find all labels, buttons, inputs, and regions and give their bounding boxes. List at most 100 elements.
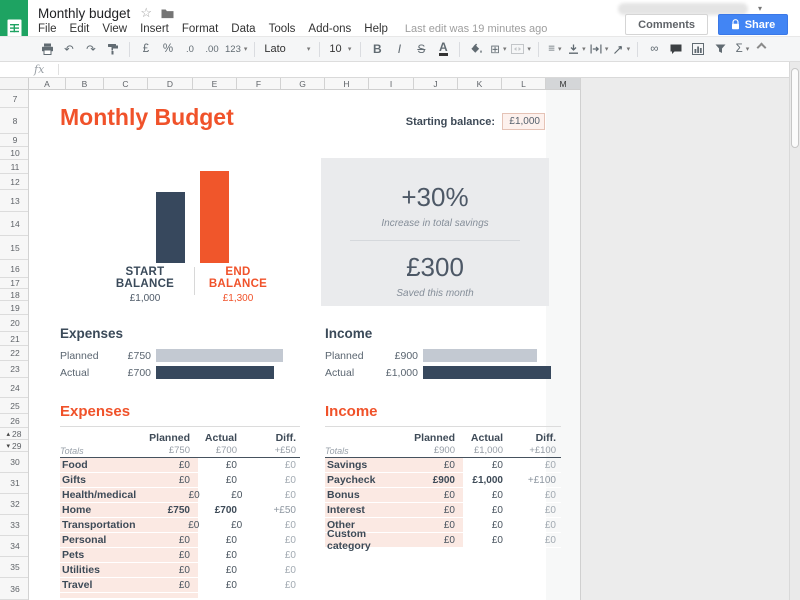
- vertical-align-icon[interactable]: [566, 38, 588, 60]
- menu-item[interactable]: Format: [182, 23, 218, 35]
- text-wrap-icon[interactable]: [588, 38, 611, 60]
- filter-icon[interactable]: [709, 38, 731, 60]
- table-row[interactable]: Custom category £0 £0 £0: [325, 533, 561, 548]
- fill-color-icon[interactable]: [465, 38, 487, 60]
- row-header[interactable]: 18: [0, 289, 28, 301]
- row-header[interactable]: 36: [0, 578, 28, 600]
- column-header[interactable]: J: [414, 78, 458, 90]
- hidden-rows-arrow-icon[interactable]: ▴: [7, 430, 11, 438]
- table-row[interactable]: Utilities £0 £0 £0: [60, 563, 300, 578]
- row-header[interactable]: 22: [0, 346, 28, 361]
- undo-icon[interactable]: ↶: [58, 38, 80, 60]
- row-header[interactable]: 19: [0, 301, 28, 315]
- column-header[interactable]: A: [29, 78, 66, 90]
- paint-format-icon[interactable]: [102, 38, 124, 60]
- collapse-toolbar-icon[interactable]: [758, 44, 766, 52]
- row-header[interactable]: 17: [0, 278, 28, 289]
- font-family-select[interactable]: Lato: [260, 38, 314, 60]
- print-icon[interactable]: [36, 38, 58, 60]
- column-header[interactable]: C: [104, 78, 148, 90]
- row-header[interactable]: 30: [0, 452, 28, 473]
- column-header[interactable]: H: [325, 78, 369, 90]
- star-icon[interactable]: ☆: [140, 5, 152, 21]
- share-button[interactable]: Share: [718, 14, 788, 35]
- sheet-canvas[interactable]: Monthly Budget Starting balance: £1,000 …: [29, 90, 581, 600]
- text-color-icon[interactable]: A: [439, 42, 448, 56]
- row-header[interactable]: 33: [0, 515, 28, 536]
- borders-icon[interactable]: ⊞: [487, 38, 509, 60]
- row-header[interactable]: ▴28: [0, 428, 28, 440]
- row-header[interactable]: 21: [0, 332, 28, 346]
- column-header[interactable]: E: [193, 78, 237, 90]
- insert-chart-icon[interactable]: [687, 38, 709, 60]
- table-row[interactable]: Pets £0 £0 £0: [60, 548, 300, 563]
- row-header[interactable]: 16: [0, 260, 28, 278]
- folder-icon[interactable]: [161, 8, 174, 19]
- table-row[interactable]: Paycheck £900 £1,000 +£100: [325, 473, 561, 488]
- number-format-menu[interactable]: 123: [223, 38, 249, 60]
- decrease-decimal-icon[interactable]: .0: [179, 38, 201, 60]
- document-title[interactable]: Monthly budget: [38, 6, 130, 21]
- row-header[interactable]: 7: [0, 90, 28, 108]
- row-header[interactable]: 34: [0, 536, 28, 557]
- table-row[interactable]: Bonus £0 £0 £0: [325, 488, 561, 503]
- functions-sum-icon[interactable]: Σ: [731, 38, 753, 60]
- row-header[interactable]: 31: [0, 473, 28, 494]
- percent-format-icon[interactable]: %: [157, 38, 179, 60]
- row-header[interactable]: 9: [0, 134, 28, 147]
- hidden-rows-arrow-icon[interactable]: ▾: [7, 442, 11, 450]
- row-header[interactable]: 24: [0, 378, 28, 398]
- row-header[interactable]: ▾29: [0, 440, 28, 452]
- column-header[interactable]: F: [237, 78, 281, 90]
- menu-item[interactable]: File: [38, 23, 57, 35]
- select-all-corner[interactable]: [0, 78, 29, 90]
- currency-format-icon[interactable]: £: [135, 38, 157, 60]
- last-edit-status[interactable]: Last edit was 19 minutes ago: [405, 23, 547, 35]
- merge-cells-icon[interactable]: [509, 38, 533, 60]
- column-header[interactable]: L: [502, 78, 546, 90]
- row-header[interactable]: 32: [0, 494, 28, 515]
- menu-item[interactable]: Data: [231, 23, 255, 35]
- menu-item[interactable]: Help: [364, 23, 388, 35]
- insert-link-icon[interactable]: ∞: [643, 38, 665, 60]
- font-size-select[interactable]: 10: [325, 38, 355, 60]
- row-header[interactable]: 8: [0, 108, 28, 134]
- formula-bar[interactable]: fx: [0, 62, 800, 78]
- row-header[interactable]: 26: [0, 414, 28, 428]
- account-menu-caret-icon[interactable]: ▾: [758, 4, 762, 13]
- vertical-scrollbar[interactable]: [789, 62, 800, 600]
- redo-icon[interactable]: ↷: [80, 38, 102, 60]
- strikethrough-icon[interactable]: S: [410, 38, 432, 60]
- column-header[interactable]: D: [148, 78, 193, 90]
- row-header[interactable]: 10: [0, 147, 28, 160]
- menu-item[interactable]: Add-ons: [308, 23, 351, 35]
- table-row[interactable]: Travel £0 £0 £0: [60, 578, 300, 593]
- starting-balance-value-cell[interactable]: £1,000: [502, 113, 545, 130]
- text-rotation-icon[interactable]: [610, 38, 632, 60]
- column-header[interactable]: M: [546, 78, 581, 90]
- row-header[interactable]: 15: [0, 236, 28, 260]
- row-header[interactable]: 14: [0, 212, 28, 236]
- horizontal-align-icon[interactable]: ≡: [544, 38, 566, 60]
- table-row[interactable]: Interest £0 £0 £0: [325, 503, 561, 518]
- row-header[interactable]: 20: [0, 315, 28, 332]
- row-header[interactable]: 35: [0, 557, 28, 578]
- increase-decimal-icon[interactable]: .00: [201, 38, 223, 60]
- insert-comment-icon[interactable]: [665, 38, 687, 60]
- bold-icon[interactable]: B: [366, 38, 388, 60]
- menu-item[interactable]: Tools: [269, 23, 296, 35]
- menu-item[interactable]: View: [102, 23, 127, 35]
- column-header[interactable]: I: [369, 78, 414, 90]
- column-header[interactable]: K: [458, 78, 502, 90]
- menu-item[interactable]: Insert: [140, 23, 169, 35]
- column-header[interactable]: G: [281, 78, 325, 90]
- row-header[interactable]: 13: [0, 190, 28, 212]
- row-header[interactable]: 25: [0, 398, 28, 414]
- menu-item[interactable]: Edit: [70, 23, 90, 35]
- row-header[interactable]: 23: [0, 361, 28, 378]
- scrollbar-thumb[interactable]: [791, 68, 799, 148]
- table-row[interactable]: Personal £0 £0 £0: [60, 533, 300, 548]
- table-row[interactable]: Home £750 £700 +£50: [60, 503, 300, 518]
- column-header[interactable]: B: [66, 78, 104, 90]
- table-row[interactable]: Transportation £0 £0 £0: [60, 518, 300, 533]
